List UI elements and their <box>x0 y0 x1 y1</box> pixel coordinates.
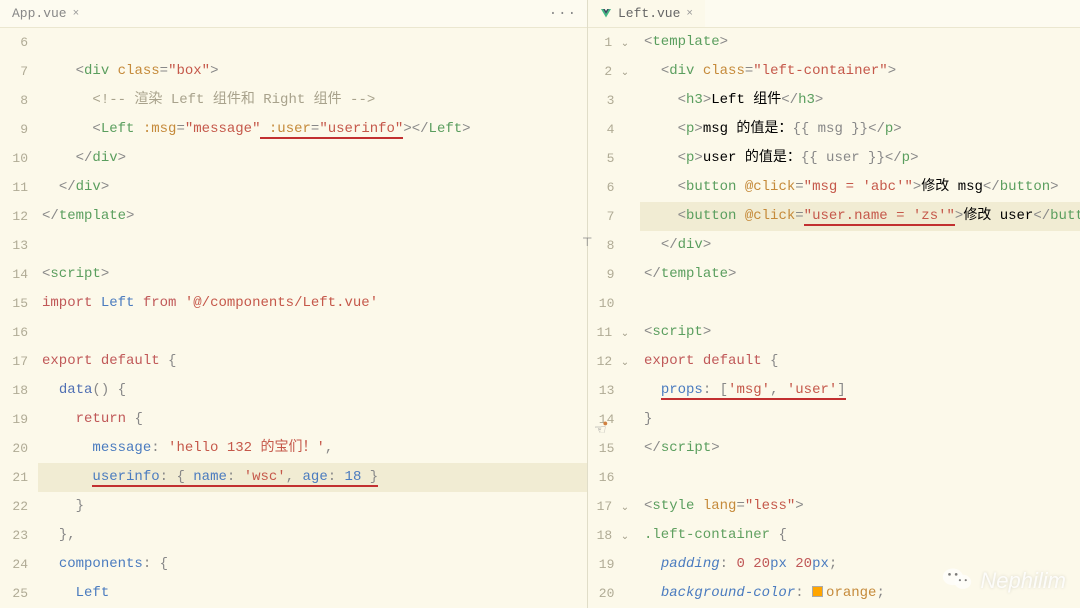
code-line: <button @click="user.name = 'zs'">修改 use… <box>640 202 1080 231</box>
code-line: <button @click="msg = 'abc'">修改 msg</but… <box>640 173 1080 202</box>
line-gutter-left: 6 7 8 9 10 11 12 13 14 15 16 17 18 19 20… <box>0 28 38 608</box>
code-line: data() { <box>38 376 587 405</box>
code-line <box>38 28 587 57</box>
code-line: .left-container { <box>640 521 1080 550</box>
color-swatch-icon <box>812 586 823 597</box>
fold-icon: ⌄ <box>620 523 630 552</box>
code-line: </template> <box>640 260 1080 289</box>
code-line <box>38 231 587 260</box>
code-line: } <box>38 492 587 521</box>
code-line: return { <box>38 405 587 434</box>
tab-label: App.vue <box>12 6 67 21</box>
code-line: props: ['msg', 'user'] <box>640 376 1080 405</box>
code-line: <div class="left-container"> <box>640 57 1080 86</box>
code-line: <h3>Left 组件</h3> <box>640 86 1080 115</box>
fold-icon: ⌄ <box>620 349 630 378</box>
code-line: } <box>640 405 1080 434</box>
tab-bar-left: App.vue × ··· <box>0 0 587 28</box>
vue-icon <box>600 8 612 20</box>
code-line: import Left from '@/components/Left.vue' <box>38 289 587 318</box>
code-line: <script> <box>640 318 1080 347</box>
code-line <box>38 318 587 347</box>
code-line: components: { <box>38 550 587 579</box>
code-line <box>640 289 1080 318</box>
code-line: </div> <box>38 144 587 173</box>
code-line: </div> <box>640 231 1080 260</box>
cursor-indicator-icon: ☜● <box>594 422 612 439</box>
fold-icon: ⌄ <box>620 320 630 349</box>
code-line: </template> <box>38 202 587 231</box>
wechat-icon <box>942 566 972 596</box>
code-line <box>640 463 1080 492</box>
tab-app-vue[interactable]: App.vue × <box>0 0 91 27</box>
tab-bar-right: Left.vue × <box>588 0 1080 28</box>
code-line: <!-- 渲染 Left 组件和 Right 组件 --> <box>38 86 587 115</box>
fold-icon: ⌄ <box>620 59 630 88</box>
fold-icon: ⌄ <box>620 30 630 59</box>
watermark: Nephilim <box>942 566 1066 596</box>
code-line: export default { <box>38 347 587 376</box>
close-icon[interactable]: × <box>73 8 80 20</box>
code-line: <p>user 的值是：{{ user }}</p> <box>640 144 1080 173</box>
line-gutter-right: 1 ⌄ 2 ⌄ 3 4 5 6 7 8 9 10 11 ⌄ 12 ⌄ 13 14… <box>588 28 640 608</box>
code-line: userinfo: { name: 'wsc', age: 18 } <box>38 463 587 492</box>
tab-label: Left.vue <box>618 6 680 21</box>
code-line: <template> <box>640 28 1080 57</box>
watermark-text: Nephilim <box>980 568 1066 594</box>
tab-left-vue[interactable]: Left.vue × <box>588 0 705 27</box>
code-line: </script> <box>640 434 1080 463</box>
more-icon[interactable]: ··· <box>549 6 577 22</box>
code-line: <style lang="less"> <box>640 492 1080 521</box>
code-area-right[interactable]: 1 ⌄ 2 ⌄ 3 4 5 6 7 8 9 10 11 ⌄ 12 ⌄ 13 14… <box>588 28 1080 608</box>
code-line: <script> <box>38 260 587 289</box>
code-line: <p>msg 的值是：{{ msg }}</p> <box>640 115 1080 144</box>
close-icon[interactable]: × <box>686 8 693 20</box>
code-line: Left <box>38 579 587 608</box>
code-area-left[interactable]: 6 7 8 9 10 11 12 13 14 15 16 17 18 19 20… <box>0 28 587 608</box>
code-content-left[interactable]: <div class="box"> <!-- 渲染 Left 组件和 Right… <box>38 28 587 608</box>
editor-pane-right: Left.vue × 1 ⌄ 2 ⌄ 3 4 5 6 7 8 9 10 11 ⌄… <box>588 0 1080 608</box>
code-content-right[interactable]: <template> <div class="left-container"> … <box>640 28 1080 608</box>
code-line: export default { <box>640 347 1080 376</box>
fold-icon: ⌄ <box>620 494 630 523</box>
code-line: message: 'hello 132 的宝们！', <box>38 434 587 463</box>
editor-pane-left: App.vue × ··· 6 7 8 9 10 11 12 13 14 15 … <box>0 0 588 608</box>
code-line: <Left :msg="message" :user="userinfo"></… <box>38 115 587 144</box>
code-line: <div class="box"> <box>38 57 587 86</box>
code-line: }, <box>38 521 587 550</box>
sash-handle-icon[interactable]: ⊤ <box>582 235 592 250</box>
code-line: </div> <box>38 173 587 202</box>
